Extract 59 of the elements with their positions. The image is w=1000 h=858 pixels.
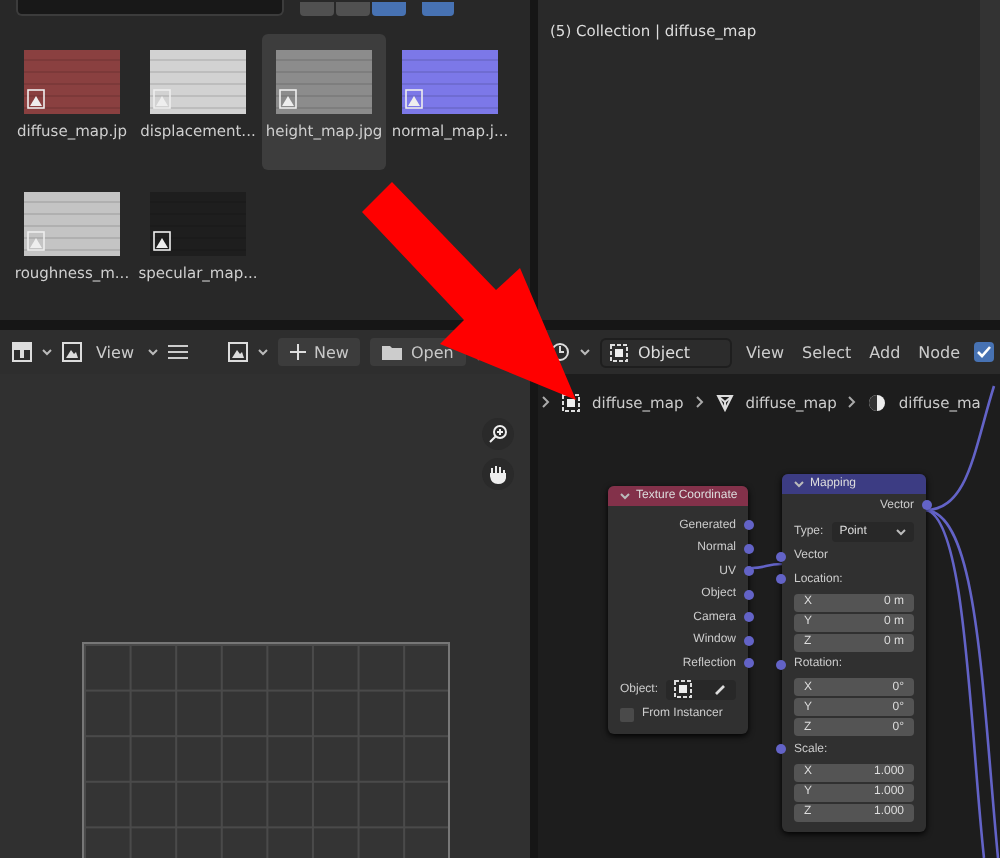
hand-icon[interactable]	[482, 458, 514, 490]
menu-item[interactable]: View	[742, 339, 788, 365]
caret-icon	[794, 480, 804, 488]
socket-dot[interactable]	[776, 551, 786, 562]
object-icon	[674, 680, 693, 698]
socket-dot[interactable]	[776, 574, 786, 585]
image-icon	[62, 342, 82, 362]
menu-item[interactable]: Select	[797, 339, 856, 365]
object-icon	[610, 343, 628, 361]
plus-icon	[289, 344, 306, 360]
texture-thumbnail	[24, 192, 120, 256]
socket-dot[interactable]	[744, 589, 754, 600]
view-mode-button[interactable]	[336, 1, 370, 15]
mode-dropdown[interactable]: Object	[600, 337, 732, 367]
socket-dot[interactable]	[744, 520, 754, 531]
texture-thumbnail	[24, 50, 120, 114]
caret-icon	[147, 348, 158, 356]
texture-thumbnail	[150, 192, 246, 256]
view-mode-button[interactable]	[372, 1, 406, 15]
socket-dot[interactable]	[744, 658, 754, 669]
socket-dot[interactable]	[744, 635, 754, 646]
socket-dot[interactable]	[744, 543, 754, 554]
menu-item[interactable]: Node	[914, 339, 965, 365]
texture-thumbnail	[276, 50, 372, 114]
menu-item[interactable]: Add	[865, 339, 905, 365]
search-field[interactable]	[16, 0, 284, 16]
caret-icon	[257, 348, 268, 356]
socket-dot[interactable]	[922, 500, 932, 511]
socket-dot[interactable]	[744, 612, 754, 623]
socket-dot[interactable]	[776, 744, 786, 755]
object-field[interactable]	[666, 679, 736, 699]
use-nodes-checkbox[interactable]	[974, 342, 995, 362]
image-icon	[227, 342, 248, 362]
caret-icon	[42, 348, 52, 356]
mesh-icon	[715, 393, 734, 411]
menu-icon[interactable]	[167, 344, 188, 360]
editor-type-icon[interactable]	[12, 342, 32, 362]
node-wire	[751, 562, 783, 570]
menu-item[interactable]: View	[92, 339, 138, 365]
object-icon	[562, 393, 580, 411]
texture-thumbnail	[402, 50, 498, 114]
toggle-button[interactable]	[422, 1, 454, 15]
texture-thumbnail	[150, 50, 246, 114]
socket-dot[interactable]	[776, 659, 786, 670]
caret-icon	[896, 527, 906, 535]
header-button[interactable]: Open	[370, 338, 466, 366]
view-mode-button[interactable]	[300, 1, 334, 15]
chevron-icon	[695, 396, 704, 408]
caret-icon	[580, 348, 590, 356]
header-button[interactable]: New	[277, 338, 361, 366]
folder-icon	[382, 344, 403, 360]
caret-icon	[620, 492, 630, 500]
chevron-icon	[542, 396, 550, 408]
chevron-icon	[848, 396, 857, 408]
checkbox[interactable]	[620, 707, 634, 721]
eyedropper-icon[interactable]	[714, 682, 728, 696]
zoom-icon[interactable]	[482, 418, 514, 450]
material-icon	[868, 393, 887, 411]
socket-dot[interactable]	[744, 566, 754, 577]
